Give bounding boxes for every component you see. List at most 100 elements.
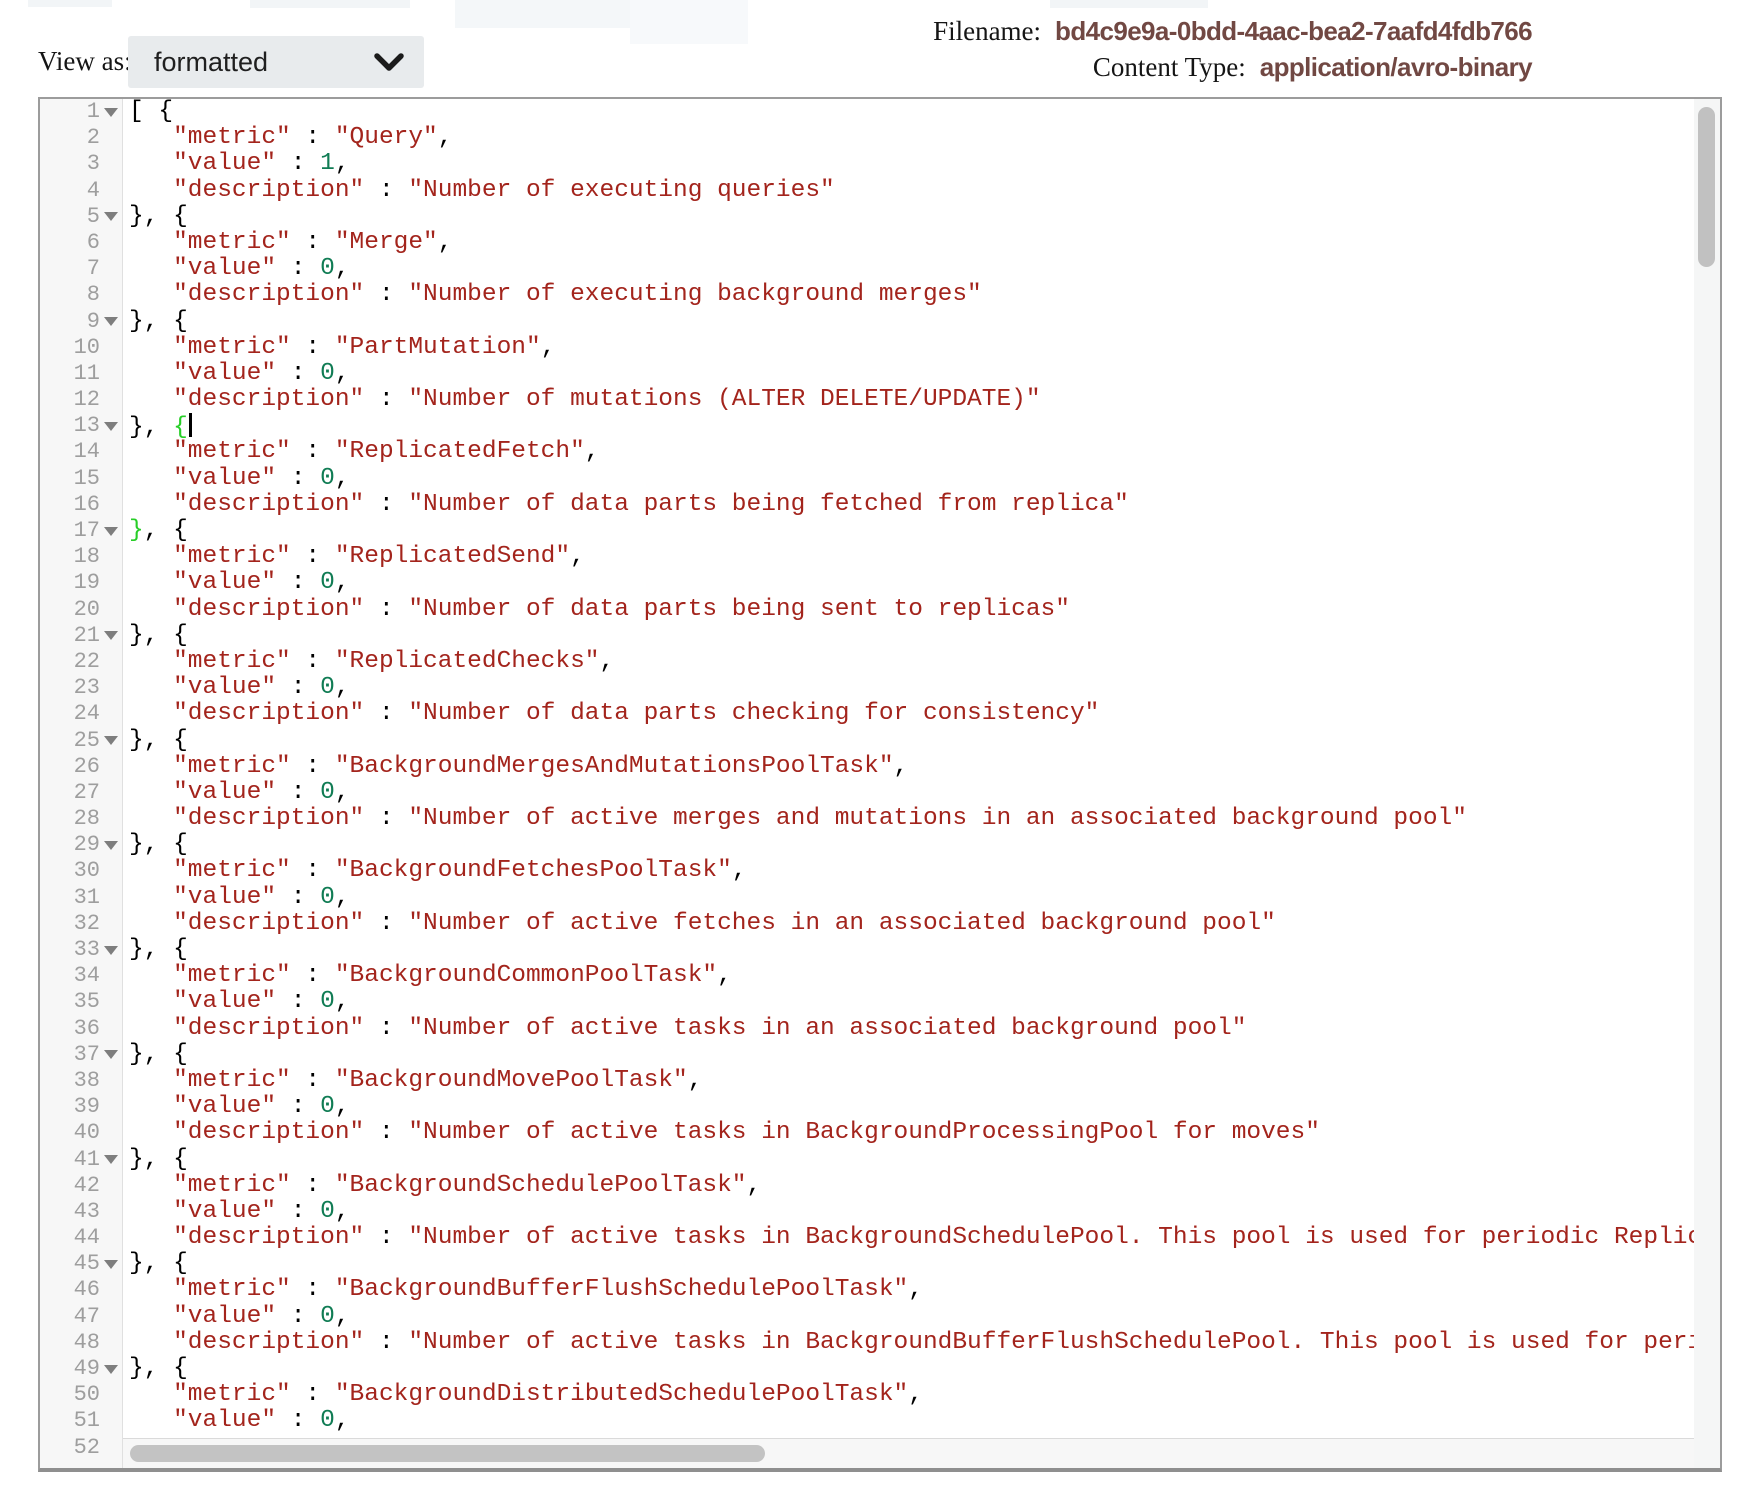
fold-toggle[interactable] — [100, 518, 122, 544]
code-line[interactable]: }, { — [123, 309, 1694, 335]
code-line[interactable]: "metric" : "Merge", — [123, 230, 1694, 256]
code-line[interactable]: "description" : "Number of mutations (AL… — [123, 387, 1694, 413]
code-line[interactable]: }, { — [123, 518, 1694, 544]
code-line[interactable]: "description" : "Number of active merges… — [123, 806, 1694, 832]
token-punctuation — [129, 858, 173, 884]
token-string: "ReplicatedSend" — [335, 544, 570, 570]
fold-toggle[interactable] — [100, 623, 122, 649]
token-punctuation: : — [276, 151, 320, 177]
token-string: "BackgroundMovePoolTask" — [335, 1068, 688, 1094]
code-line[interactable]: "description" : "Number of active fetche… — [123, 911, 1694, 937]
code-line[interactable]: "metric" : "Query", — [123, 125, 1694, 151]
token-string: "Merge" — [335, 230, 438, 256]
line-number: 1 — [40, 99, 100, 125]
code-line[interactable]: "description" : "Number of data parts be… — [123, 492, 1694, 518]
view-as-select[interactable]: formatted — [128, 36, 424, 88]
code-line[interactable]: "metric" : "BackgroundDistributedSchedul… — [123, 1382, 1694, 1408]
code-line[interactable]: "value" : 0, — [123, 361, 1694, 387]
code-line[interactable]: "metric" : "BackgroundSchedulePoolTask", — [123, 1173, 1694, 1199]
token-string: "value" — [173, 570, 276, 596]
gutter-row: 44 — [40, 1225, 122, 1251]
code-line[interactable]: "description" : "Number of executing que… — [123, 178, 1694, 204]
code-line[interactable]: }, { — [123, 623, 1694, 649]
token-string: "Query" — [335, 125, 438, 151]
code-line[interactable]: "description" : "Number of active tasks … — [123, 1120, 1694, 1146]
code-line[interactable]: "value" : 0, — [123, 1408, 1694, 1434]
code-line[interactable]: }, { — [123, 937, 1694, 963]
fold-slot — [100, 361, 122, 387]
code-line[interactable]: "metric" : "ReplicatedChecks", — [123, 649, 1694, 675]
code-line[interactable]: "metric" : "BackgroundMovePoolTask", — [123, 1068, 1694, 1094]
fold-slot — [100, 178, 122, 204]
code-line[interactable]: "value" : 0, — [123, 885, 1694, 911]
code-line[interactable]: "value" : 0, — [123, 256, 1694, 282]
code-line[interactable]: "value" : 1, — [123, 151, 1694, 177]
token-punctuation: : — [276, 780, 320, 806]
code-line[interactable]: "description" : "Number of active tasks … — [123, 1016, 1694, 1042]
code-line[interactable]: }, { — [123, 728, 1694, 754]
fold-toggle[interactable] — [100, 309, 122, 335]
line-number: 27 — [40, 780, 100, 806]
vertical-scrollbar-thumb[interactable] — [1698, 107, 1715, 267]
code-line[interactable]: }, { — [123, 413, 1694, 439]
fold-toggle[interactable] — [100, 728, 122, 754]
code-line[interactable]: "value" : 0, — [123, 466, 1694, 492]
code-line[interactable]: "value" : 0, — [123, 1094, 1694, 1120]
fold-toggle[interactable] — [100, 413, 122, 439]
fold-slot — [100, 963, 122, 989]
line-number: 45 — [40, 1251, 100, 1277]
fold-toggle[interactable] — [100, 1147, 122, 1173]
code-line[interactable]: "description" : "Number of data parts ch… — [123, 701, 1694, 727]
code-line[interactable]: "metric" : "ReplicatedFetch", — [123, 439, 1694, 465]
code-line[interactable]: "value" : 0, — [123, 1304, 1694, 1330]
code-line[interactable]: "value" : 0, — [123, 780, 1694, 806]
code-line[interactable]: "value" : 0, — [123, 675, 1694, 701]
token-punctuation — [129, 989, 173, 1015]
code-line[interactable]: "description" : "Number of data parts be… — [123, 597, 1694, 623]
code-line[interactable]: }, { — [123, 1042, 1694, 1068]
gutter-row: 32 — [40, 911, 122, 937]
code-line[interactable]: "description" : "Number of active tasks … — [123, 1225, 1694, 1251]
horizontal-scrollbar-thumb[interactable] — [130, 1445, 765, 1462]
horizontal-scrollbar-track[interactable] — [40, 1438, 1694, 1468]
fold-toggle[interactable] — [100, 937, 122, 963]
code-line[interactable]: "metric" : "PartMutation", — [123, 335, 1694, 361]
code-line[interactable]: }, { — [123, 1251, 1694, 1277]
fold-slot — [100, 1068, 122, 1094]
code-editor[interactable]: 1234567891011121314151617181920212223242… — [38, 97, 1722, 1472]
code-line[interactable]: "description" : "Number of active tasks … — [123, 1330, 1694, 1356]
fold-toggle[interactable] — [100, 1042, 122, 1068]
code-line[interactable]: "metric" : "BackgroundBufferFlushSchedul… — [123, 1277, 1694, 1303]
token-punctuation — [129, 1120, 173, 1146]
token-number: 0 — [320, 885, 335, 911]
gutter-row: 17 — [40, 518, 122, 544]
code-line[interactable]: "metric" : "BackgroundCommonPoolTask", — [123, 963, 1694, 989]
token-punctuation: , — [335, 570, 350, 596]
gutter-row: 51 — [40, 1408, 122, 1434]
code-line[interactable]: "metric" : "BackgroundMergesAndMutations… — [123, 754, 1694, 780]
code-line[interactable]: "metric" : "BackgroundFetchesPoolTask", — [123, 858, 1694, 884]
code-line[interactable]: }, { — [123, 204, 1694, 230]
token-punctuation — [129, 597, 173, 623]
token-string: "metric" — [173, 963, 291, 989]
token-punctuation: , — [894, 754, 909, 780]
fold-toggle[interactable] — [100, 1356, 122, 1382]
code-line[interactable]: "value" : 0, — [123, 989, 1694, 1015]
code-line[interactable]: }, { — [123, 1147, 1694, 1173]
code-line[interactable]: "description" : "Number of executing bac… — [123, 282, 1694, 308]
editor-content[interactable]: [ { "metric" : "Query", "value" : 1, "de… — [123, 99, 1694, 1468]
code-line[interactable]: [ { — [123, 99, 1694, 125]
token-string: "description" — [173, 911, 364, 937]
code-line[interactable]: "value" : 0, — [123, 570, 1694, 596]
vertical-scrollbar-track[interactable] — [1694, 99, 1720, 1468]
fold-arrow-icon — [104, 946, 118, 955]
code-line[interactable]: "metric" : "ReplicatedSend", — [123, 544, 1694, 570]
fold-toggle[interactable] — [100, 99, 122, 125]
code-line[interactable]: "value" : 0, — [123, 1199, 1694, 1225]
fold-toggle[interactable] — [100, 204, 122, 230]
code-line[interactable]: }, { — [123, 832, 1694, 858]
token-punctuation — [129, 754, 173, 780]
fold-toggle[interactable] — [100, 832, 122, 858]
code-line[interactable]: }, { — [123, 1356, 1694, 1382]
fold-toggle[interactable] — [100, 1251, 122, 1277]
